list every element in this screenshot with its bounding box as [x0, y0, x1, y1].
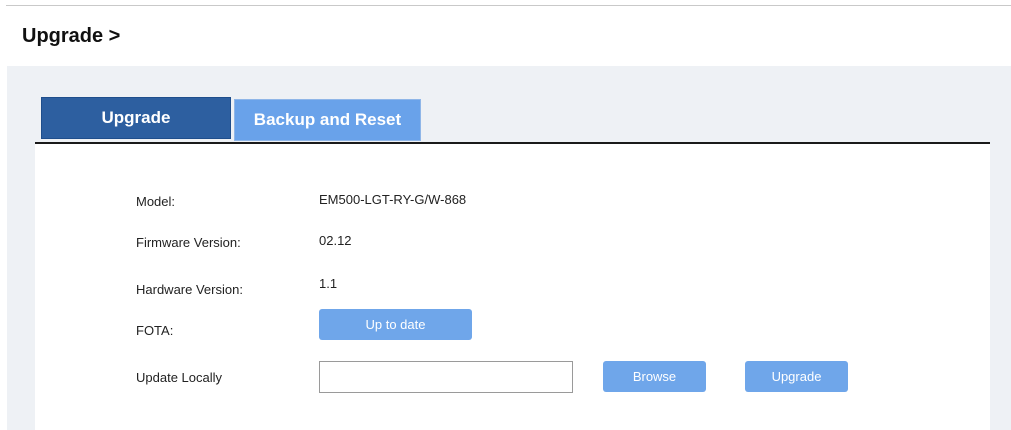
upgrade-button[interactable]: Upgrade	[745, 361, 848, 392]
top-divider	[6, 5, 1011, 6]
firmware-version-label: Firmware Version:	[136, 235, 241, 250]
page-title: Upgrade >	[22, 25, 121, 47]
settings-panel: Upgrade Backup and Reset Model: EM500-LG…	[7, 66, 1011, 430]
firmware-version-value: 02.12	[319, 233, 352, 248]
fota-up-to-date-button[interactable]: Up to date	[319, 309, 472, 340]
update-locally-label: Update Locally	[136, 370, 222, 385]
tab-upgrade[interactable]: Upgrade	[41, 97, 231, 139]
tab-backup-and-reset[interactable]: Backup and Reset	[234, 99, 421, 141]
browse-button[interactable]: Browse	[603, 361, 706, 392]
hardware-version-value: 1.1	[319, 276, 338, 291]
hardware-version-label: Hardware Version:	[136, 282, 243, 297]
upgrade-content: Model: EM500-LGT-RY-G/W-868 Firmware Ver…	[35, 144, 990, 430]
model-value: EM500-LGT-RY-G/W-868	[319, 192, 467, 207]
fota-label: FOTA:	[136, 323, 174, 338]
model-label: Model:	[136, 194, 176, 209]
update-file-input[interactable]	[319, 361, 573, 393]
